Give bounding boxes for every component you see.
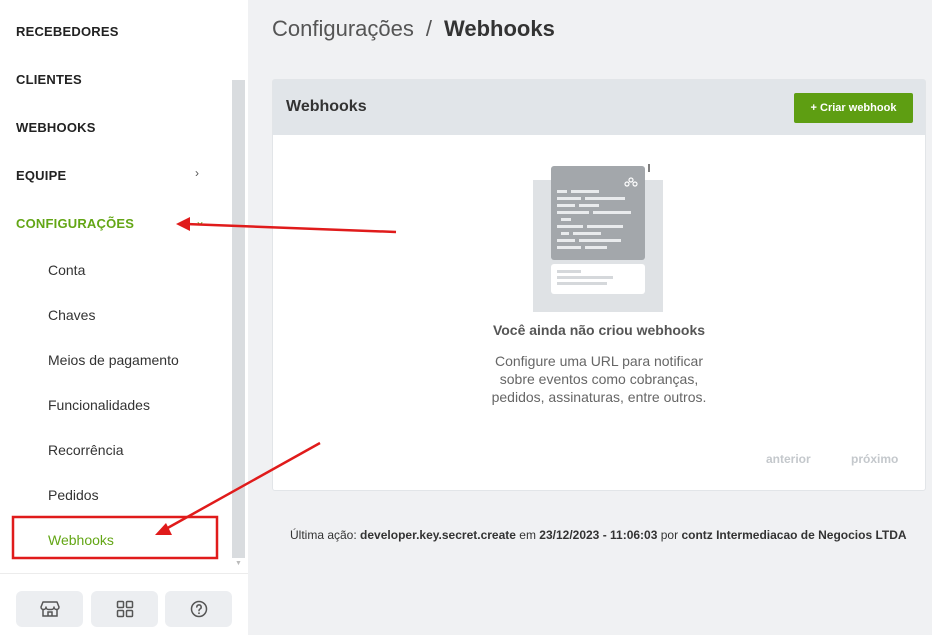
sidebar-divider bbox=[0, 573, 248, 574]
subnav-item-webhooks[interactable]: Webhooks bbox=[48, 532, 114, 548]
last-action-on: em bbox=[519, 528, 536, 542]
card-header: Webhooks + Criar webhook bbox=[273, 80, 925, 135]
nav-item-recebedores[interactable]: RECEBEDORES bbox=[16, 24, 119, 39]
breadcrumb-parent[interactable]: Configurações bbox=[272, 16, 414, 41]
pagination-previous-button[interactable]: anterior bbox=[766, 452, 811, 466]
subnav-item-meios-de-pagamento[interactable]: Meios de pagamento bbox=[48, 352, 179, 368]
nav-item-webhooks[interactable]: WEBHOOKS bbox=[16, 120, 96, 135]
apps-grid-icon bbox=[116, 600, 133, 618]
create-webhook-button[interactable]: + Criar webhook bbox=[794, 93, 913, 123]
scroll-down-arrow-icon[interactable]: ▼ bbox=[235, 560, 242, 567]
pagination-next-button[interactable]: próximo bbox=[851, 452, 898, 466]
last-action-datetime: 23/12/2023 - 11:06:03 bbox=[539, 528, 658, 542]
empty-desc-line: Configure uma URL para notificar bbox=[494, 353, 704, 369]
subnav-item-pedidos[interactable]: Pedidos bbox=[48, 487, 99, 503]
webhooks-card: Webhooks + Criar webhook Você ainda não … bbox=[272, 79, 926, 491]
last-action-user: contz Intermediacao de Negocios LTDA bbox=[681, 528, 907, 542]
store-button[interactable] bbox=[16, 591, 83, 627]
subnav-item-conta[interactable]: Conta bbox=[48, 262, 85, 278]
sidebar: RECEBEDORES CLIENTES WEBHOOKS EQUIPE › C… bbox=[0, 0, 248, 635]
empty-state-title: Você ainda não criou webhooks bbox=[492, 322, 706, 338]
chevron-down-icon: ⌄ bbox=[195, 214, 206, 228]
last-action-footer: Última ação: developer.key.secret.create… bbox=[290, 528, 907, 542]
nav-item-equipe[interactable]: EQUIPE bbox=[16, 168, 66, 183]
subnav-item-chaves[interactable]: Chaves bbox=[48, 307, 95, 323]
store-icon bbox=[39, 601, 60, 617]
last-action-event: developer.key.secret.create bbox=[360, 528, 516, 542]
nav-item-configuracoes[interactable]: CONFIGURAÇÕES bbox=[16, 216, 134, 231]
chevron-right-icon: › bbox=[195, 166, 199, 180]
breadcrumb-separator: / bbox=[425, 16, 432, 41]
help-button[interactable] bbox=[165, 591, 232, 627]
breadcrumb: Configurações / Webhooks bbox=[272, 16, 555, 42]
apps-button[interactable] bbox=[91, 591, 158, 627]
card-title: Webhooks bbox=[286, 98, 367, 115]
empty-state-illustration bbox=[533, 164, 663, 312]
sidebar-scrollbar[interactable] bbox=[232, 80, 245, 558]
empty-desc-line: sobre eventos como cobranças, bbox=[499, 371, 699, 387]
empty-state-description: Configure uma URL para notificar sobre e… bbox=[273, 352, 925, 406]
last-action-by: por bbox=[660, 528, 679, 542]
last-action-prefix: Última ação: bbox=[290, 528, 357, 542]
help-icon bbox=[190, 600, 207, 618]
empty-desc-line: pedidos, assinaturas, entre outros. bbox=[491, 389, 707, 405]
subnav-item-recorrencia[interactable]: Recorrência bbox=[48, 442, 123, 458]
page-title: Webhooks bbox=[444, 16, 555, 41]
subnav-item-funcionalidades[interactable]: Funcionalidades bbox=[48, 397, 150, 413]
nav-item-clientes[interactable]: CLIENTES bbox=[16, 72, 82, 87]
